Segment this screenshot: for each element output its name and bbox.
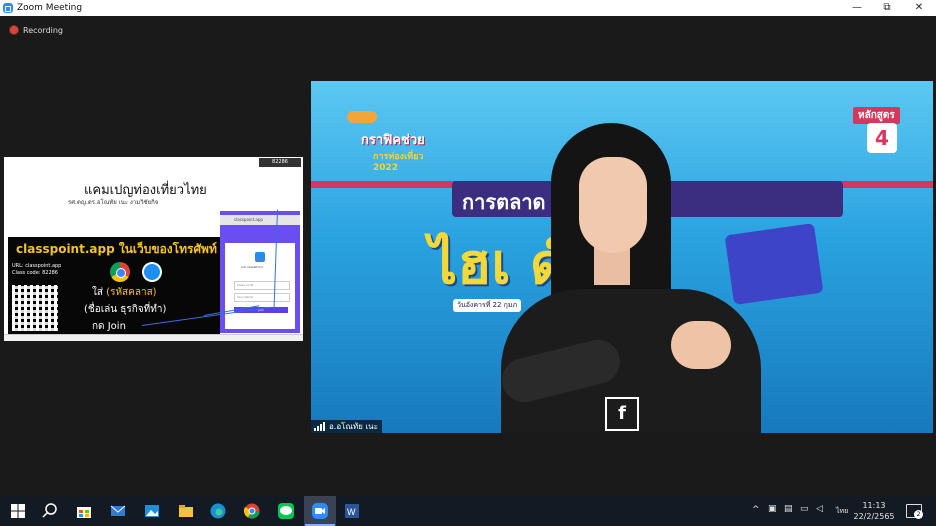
browser-url-bar: classpoint.app [220,215,300,225]
recording-label: Recording [23,25,64,35]
window-title: Zoom Meeting [17,3,83,13]
recording-indicator[interactable]: Recording [9,25,63,35]
participant-name-label: อ.อโณทัย เนะ [311,420,382,433]
slide-url-line: URL: classpoint.app [12,263,62,269]
phone-mockup: Join ClassPoint Class Code Your Name Joi… [220,211,300,333]
speaker-video[interactable]: กราฟิคช่วย การท่องเที่ยว 2022 หลักสูตร 4… [311,81,933,433]
tray-app2-icon[interactable]: ▤ [784,504,793,514]
zoom-app-icon [3,3,13,13]
slide-instruction-1: ใส่ (รหัสคลาส) [92,285,157,300]
speaker-hand [671,321,731,369]
slide-banner: classpoint.app ในเว็บของโทรศัพท์ [16,242,217,256]
phone-screen: Join ClassPoint Class Code Your Name Joi… [225,243,295,329]
participant-count-badge: 82286 [259,158,301,167]
course-label: หลักสูตร [853,107,900,124]
volume-icon[interactable]: ◁ [816,504,823,514]
speaker-face [579,157,647,253]
store-icon[interactable] [74,501,94,521]
windows-icon[interactable] [8,501,28,521]
qr-code-icon [12,285,58,331]
clock-time: 11:13 [862,501,886,510]
language-indicator[interactable]: ไทย [836,506,848,517]
svg-text:W: W [347,507,356,517]
chrome-icon[interactable] [242,501,262,521]
class-code-field: Class Code [234,281,290,290]
chrome-logo-icon [110,262,130,282]
minimize-button[interactable]: — [842,0,872,16]
event-logo: กราฟิคช่วย การท่องเที่ยว 2022 [343,109,447,173]
classpoint-logo-icon [255,252,265,262]
restore-button[interactable]: ⧉ [872,0,902,16]
slide-instruction-3: กด Join [92,321,126,332]
slide-instruction-2: (ชื่อเล่น ธุรกิจที่ทำ) [84,304,167,315]
safari-logo-icon [142,262,162,282]
participant-name: อ.อโณทัย เนะ [329,422,378,431]
file-explorer-icon[interactable] [176,501,196,521]
shared-screen[interactable]: 82286 แคมเปญท่องเที่ยวไทย รศ.ดญ.ดร.อโณทั… [4,157,303,341]
word-icon[interactable]: W [342,501,362,521]
network-icon[interactable]: ▭ [800,504,809,514]
system-clock[interactable]: 11:13 22/2/2565 [852,500,896,522]
facebook-icon: f [605,397,639,431]
slide-code-line: Class code: 82286 [12,270,58,276]
photos-icon[interactable] [142,501,162,521]
slide-author: รศ.ดญ.ดร.อโณทัย เนะ งามวิชัยกิจ [68,199,159,206]
logo-shape [347,111,377,123]
signal-bars-icon [314,422,325,431]
mail-icon[interactable] [108,501,128,521]
slide-toolbar [4,334,303,341]
tray-app-icon[interactable]: ▣ [768,504,777,514]
course-number: 4 [867,123,897,153]
close-button[interactable]: ✕ [904,0,934,16]
app-name: Join ClassPoint [241,265,263,269]
show-hidden-icons-icon[interactable]: ^ [752,505,760,515]
search-icon[interactable] [40,501,60,521]
course-badge: หลักสูตร 4 [849,107,917,157]
windows-taskbar: W ^ ▣ ▤ ▭ ◁ ไทย 11:13 22/2/2565 2 [0,496,936,526]
edge-icon[interactable] [208,501,228,521]
clock-date: 22/2/2565 [853,512,895,521]
logo-line-2: การท่องเที่ยว 2022 [373,152,424,173]
recording-icon [9,25,19,35]
name-field: Your Name [234,293,290,302]
speaker-person: f [497,121,761,433]
notification-count: 2 [914,510,923,519]
logo-line-1: กราฟิคช่วย [361,133,425,148]
zoom-icon[interactable] [310,501,330,521]
line-icon[interactable] [276,501,296,521]
instruction-highlight: (รหัสคลาส) [106,287,157,298]
window-titlebar: Zoom Meeting — ⧉ ✕ [0,0,936,16]
instruction-prefix: ใส่ [92,287,107,298]
